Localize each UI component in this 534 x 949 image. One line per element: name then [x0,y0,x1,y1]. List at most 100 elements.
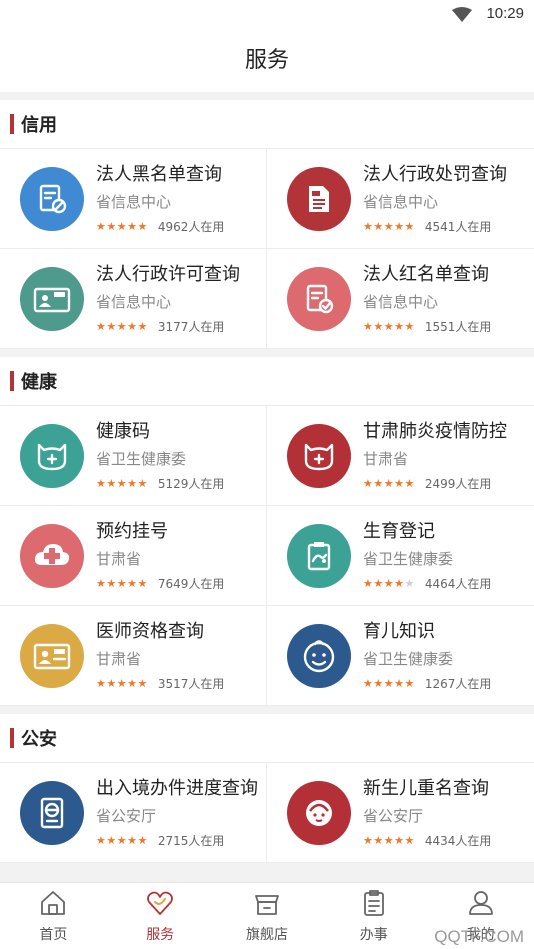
star-icon: ★ [96,576,107,590]
star-icon: ★ [373,676,384,690]
service-org: 省信息中心 [363,292,439,311]
star-icon: ★ [127,476,138,490]
service-item[interactable]: 法人红名单查询 省信息中心 ★★★★★ 1551人在用 [267,249,534,349]
service-sections: 信用 法人黑名单查询 省信息中心 ★★★★★ 4962人在用 法人行政处罚查询 … [0,100,534,863]
user-count: 1267人在用 [424,676,492,691]
service-info: 育儿知识 省卫生健康委 ★★★★★ 1267人在用 [363,620,491,692]
service-meta: ★★★★★ 4434人在用 [363,832,491,849]
star-icon: ★ [383,576,395,590]
service-item[interactable]: 法人行政许可查询 省信息中心 ★★★★★ 3177人在用 [0,249,267,349]
service-info: 法人黑名单查询 省信息中心 ★★★★★ 4962人在用 [96,163,224,235]
user-count: 3517人在用 [157,676,225,691]
star-icon: ★ [363,476,374,490]
service-info: 新生儿重名查询 省公安厅 ★★★★★ 4434人在用 [363,777,491,849]
service-item[interactable]: 育儿知识 省卫生健康委 ★★★★★ 1267人在用 [267,606,534,706]
star-icon: ★ [106,219,117,233]
section-title: 信用 [21,115,57,136]
service-org: 省卫生健康委 [96,449,187,468]
service-grid: 健康码 省卫生健康委 ★★★★★ 5129人在用 甘肃肺炎疫情防控 甘肃省 ★★… [0,406,534,706]
section-accent-bar [10,114,14,134]
star-icon: ★ [404,833,415,847]
birth-register-icon [287,523,351,588]
star-icon: ★ [394,219,405,233]
service-item[interactable]: 预约挂号 甘肃省 ★★★★★ 7649人在用 [0,506,267,606]
rating-stars: ★★★★★ [363,577,415,590]
user-count: 3177人在用 [157,319,225,334]
rating-stars: ★★★★★ [96,577,148,590]
section: 公安 出入境办件进度查询 省公安厅 ★★★★★ 2715人在用 新生儿重名查询 … [0,714,534,863]
service-meta: ★★★★★ 7649人在用 [96,575,224,592]
service-name: 生育登记 [363,520,435,542]
tab-home[interactable]: 首页 [0,883,107,949]
service-info: 法人行政许可查询 省信息中心 ★★★★★ 3177人在用 [96,263,240,335]
service-org: 省公安厅 [363,806,424,825]
service-info: 法人红名单查询 省信息中心 ★★★★★ 1551人在用 [363,263,491,335]
service-item[interactable]: 法人黑名单查询 省信息中心 ★★★★★ 4962人在用 [0,149,267,249]
service-org: 甘肃省 [96,549,142,568]
service-org: 省卫生健康委 [363,649,454,668]
star-icon: ★ [363,319,374,333]
wifi-icon [452,7,472,22]
star-icon: ★ [404,219,415,233]
star-icon: ★ [404,676,415,690]
service-meta: ★★★★★ 4962人在用 [96,218,224,235]
star-icon: ★ [373,833,384,847]
star-icon: ★ [116,576,128,590]
service-item[interactable]: 法人行政处罚查询 省信息中心 ★★★★★ 4541人在用 [267,149,534,249]
service-item[interactable]: 新生儿重名查询 省公安厅 ★★★★★ 4434人在用 [267,763,534,863]
service-item[interactable]: 健康码 省卫生健康委 ★★★★★ 5129人在用 [0,406,267,506]
star-icon: ★ [383,833,395,847]
blacklist-doc-icon [20,166,84,231]
doctor-cert-icon [20,623,84,688]
star-icon: ★ [127,676,138,690]
status-time: 10:29 [486,5,524,22]
rating-stars: ★★★★★ [363,477,415,490]
tab-store[interactable]: 旗舰店 [214,883,321,949]
service-info: 法人行政处罚查询 省信息中心 ★★★★★ 4541人在用 [363,163,507,235]
user-count: 4434人在用 [424,833,492,848]
star-icon: ★ [137,476,148,490]
store-icon [252,888,282,922]
service-item[interactable]: 甘肃肺炎疫情防控 甘肃省 ★★★★★ 2499人在用 [267,406,534,506]
service-name: 新生儿重名查询 [363,777,489,799]
tab-label: 办事 [359,927,388,943]
user-icon [466,888,496,922]
service-info: 甘肃肺炎疫情防控 甘肃省 ★★★★★ 2499人在用 [363,420,507,492]
star-icon: ★ [394,676,405,690]
tab-clipboard[interactable]: 办事 [320,883,427,949]
service-meta: ★★★★★ 3177人在用 [96,318,240,335]
service-name: 预约挂号 [96,520,168,542]
epidemic-icon [287,423,351,488]
service-item[interactable]: 生育登记 省卫生健康委 ★★★★★ 4464人在用 [267,506,534,606]
star-icon: ★ [363,833,374,847]
service-grid: 法人黑名单查询 省信息中心 ★★★★★ 4962人在用 法人行政处罚查询 省信息… [0,149,534,349]
service-item[interactable]: 医师资格查询 甘肃省 ★★★★★ 3517人在用 [0,606,267,706]
star-icon: ★ [106,319,117,333]
service-org: 省信息中心 [363,192,439,211]
redlist-doc-icon [287,266,351,331]
star-icon: ★ [383,676,395,690]
service-org: 省信息中心 [96,292,172,311]
star-icon: ★ [106,476,117,490]
star-icon: ★ [363,676,374,690]
star-icon: ★ [106,576,117,590]
star-icon: ★ [137,833,148,847]
rating-stars: ★★★★★ [363,220,415,233]
service-item[interactable]: 出入境办件进度查询 省公安厅 ★★★★★ 2715人在用 [0,763,267,863]
baby-face-icon [287,623,351,688]
section-header: 健康 [0,357,534,406]
star-icon: ★ [116,219,128,233]
star-icon: ★ [137,219,148,233]
service-org: 省信息中心 [96,192,172,211]
section-header: 公安 [0,714,534,763]
service-meta: ★★★★★ 4464人在用 [363,575,491,592]
tab-label: 旗舰店 [245,927,288,943]
tab-service-heart[interactable]: 服务 [107,883,214,949]
star-icon: ★ [373,219,384,233]
star-icon: ★ [404,319,415,333]
star-icon: ★ [394,833,405,847]
service-info: 出入境办件进度查询 省公安厅 ★★★★★ 2715人在用 [96,777,258,849]
star-icon: ★ [394,319,405,333]
star-icon: ★ [137,676,148,690]
health-code-icon [20,423,84,488]
